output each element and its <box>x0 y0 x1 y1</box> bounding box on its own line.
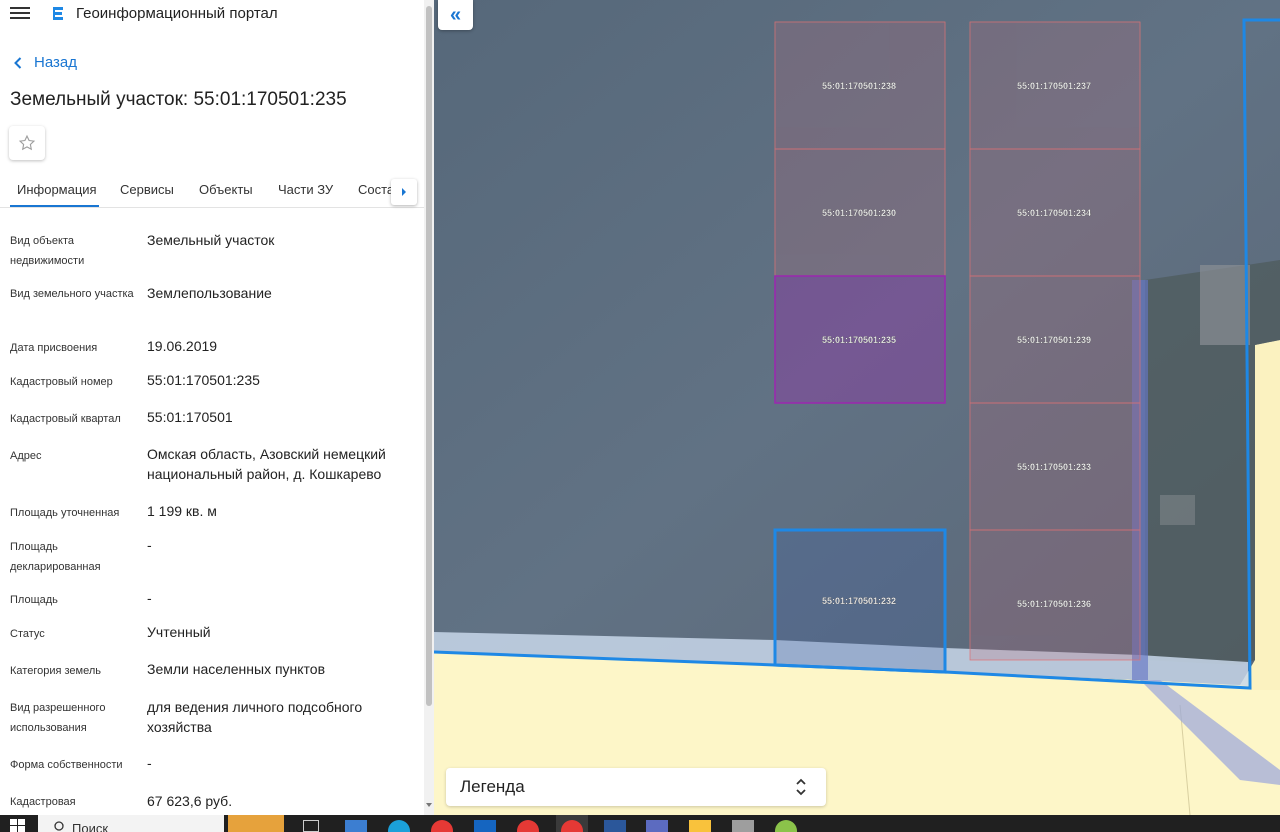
map-canvas[interactable]: 55:01:170501:238 55:01:170501:237 55:01:… <box>434 0 1280 815</box>
tab-parts[interactable]: Части ЗУ <box>278 182 333 197</box>
app-header: Геоинформационный портал <box>0 0 424 28</box>
detail-label-status: Статус <box>10 628 45 640</box>
detail-label-area: Площадь <box>10 594 58 606</box>
star-icon <box>18 134 36 151</box>
chevron-left-icon <box>14 56 22 69</box>
folder-icon[interactable] <box>689 820 711 832</box>
detail-label-land-category: Категория земель <box>10 665 101 677</box>
caret-right-icon <box>402 188 406 196</box>
detail-value-assign-date: 19.06.2019 <box>147 338 218 354</box>
search-icon <box>54 821 64 831</box>
chrome-icon[interactable] <box>517 820 539 832</box>
windows-start-icon[interactable] <box>10 819 26 832</box>
parcel-label: 55:01:170501:237 <box>1017 81 1091 91</box>
search-highlight-image <box>228 815 284 832</box>
detail-label-ownership: Форма собственности <box>10 759 123 771</box>
tab-composition[interactable]: Соста <box>358 182 394 197</box>
parcel-label: 55:01:170501:234 <box>1017 208 1091 218</box>
parcel-label: 55:01:170501:236 <box>1017 599 1091 609</box>
paint-icon[interactable] <box>775 820 797 832</box>
detail-label-permitted-use: Вид разрешенного использования <box>10 702 106 734</box>
detail-value-ownership: - <box>147 755 152 771</box>
detail-value-area-specified: 1 199 кв. м <box>147 503 217 519</box>
favorite-button[interactable] <box>9 126 45 160</box>
tab-objects[interactable]: Объекты <box>199 182 253 197</box>
map-view[interactable]: 55:01:170501:238 55:01:170501:237 55:01:… <box>434 0 1280 815</box>
detail-value-cadastral-number: 55:01:170501:235 <box>147 372 260 388</box>
edge-icon[interactable] <box>388 820 410 832</box>
detail-label-assign-date: Дата присвоения <box>10 342 98 354</box>
task-view-icon[interactable] <box>303 820 319 832</box>
detail-value-area: - <box>147 590 152 606</box>
mail-icon[interactable] <box>474 820 496 832</box>
page-title: Земельный участок: 55:01:170501:235 <box>10 89 347 110</box>
legend-panel[interactable]: Легенда <box>446 768 826 806</box>
taskbar-app-icon[interactable] <box>345 820 367 832</box>
detail-value-permitted-use: для ведения личного подсобного хозяйства <box>147 699 363 735</box>
taskbar-search[interactable] <box>38 815 224 832</box>
detail-label-area-declared: Площадь декларированная <box>10 541 101 573</box>
parcel-label: 55:01:170501:238 <box>822 81 896 91</box>
parcel-label: 55:01:170501:230 <box>822 208 896 218</box>
tab-services[interactable]: Сервисы <box>120 182 174 197</box>
legend-label: Легенда <box>460 777 525 796</box>
building-small <box>1160 495 1195 525</box>
detail-value-status: Учтенный <box>147 624 211 640</box>
yandex-icon[interactable] <box>431 820 453 832</box>
detail-label-cadastral-value: Кадастровая <box>10 796 76 808</box>
browser-icon <box>561 820 583 832</box>
building-cluster <box>1200 265 1250 345</box>
detail-label-cadastral-quarter: Кадастровый квартал <box>10 413 121 425</box>
detail-label-area-specified: Площадь уточненная <box>10 507 120 519</box>
back-link[interactable]: Назад <box>14 54 77 71</box>
active-tab-indicator <box>10 205 99 207</box>
double-chevron-left-icon: « <box>449 3 462 26</box>
taskbar: Поиск <box>0 815 1280 832</box>
word-icon[interactable] <box>604 820 626 832</box>
tab-bar: Информация Сервисы Объекты Части ЗУ Сост… <box>0 172 424 208</box>
app-s-icon[interactable] <box>646 820 668 832</box>
detail-value-parcel-type: Землепользование <box>147 285 272 301</box>
back-label: Назад <box>34 54 77 71</box>
parcel-label: 55:01:170501:239 <box>1017 335 1091 345</box>
tab-information[interactable]: Информация <box>17 182 97 197</box>
parcel-label: 55:01:170501:233 <box>1017 462 1091 472</box>
menu-icon[interactable] <box>10 4 30 22</box>
detail-value-land-category: Земли населенных пунктов <box>147 661 326 677</box>
detail-value-cadastral-quarter: 55:01:170501 <box>147 409 233 425</box>
tabs-scroll-right-button[interactable] <box>391 179 417 205</box>
app-icon[interactable] <box>732 820 754 832</box>
active-app-highlight[interactable] <box>556 815 588 832</box>
detail-label-address: Адрес <box>10 450 42 462</box>
scroll-down-arrow-icon[interactable] <box>424 800 434 810</box>
detail-label-cadastral-number: Кадастровый номер <box>10 376 113 388</box>
parcel-label-selected: 55:01:170501:235 <box>822 335 896 345</box>
expand-collapse-icon[interactable] <box>795 777 807 797</box>
detail-value-object-type: Земельный участок <box>147 232 275 248</box>
app-title: Геоинформационный портал <box>76 5 278 22</box>
panel-scrollbar-thumb[interactable] <box>426 6 432 706</box>
detail-value-area-declared: - <box>147 537 152 553</box>
detail-value-address: Омская область, Азовский немецкий национ… <box>147 446 386 482</box>
portal-logo-icon <box>53 7 63 20</box>
detail-value-cadastral-value: 67 623,6 руб. <box>147 793 233 809</box>
taskbar-search-placeholder: Поиск <box>72 821 109 832</box>
info-panel: Геоинформационный портал Назад Земельный… <box>0 0 434 815</box>
detail-label-parcel-type: Вид земельного участка <box>10 288 134 300</box>
detail-label-object-type: Вид объекта недвижимости <box>10 235 85 267</box>
collapse-panel-button[interactable]: « <box>438 0 473 30</box>
parcel-label-highlighted: 55:01:170501:232 <box>822 596 896 606</box>
